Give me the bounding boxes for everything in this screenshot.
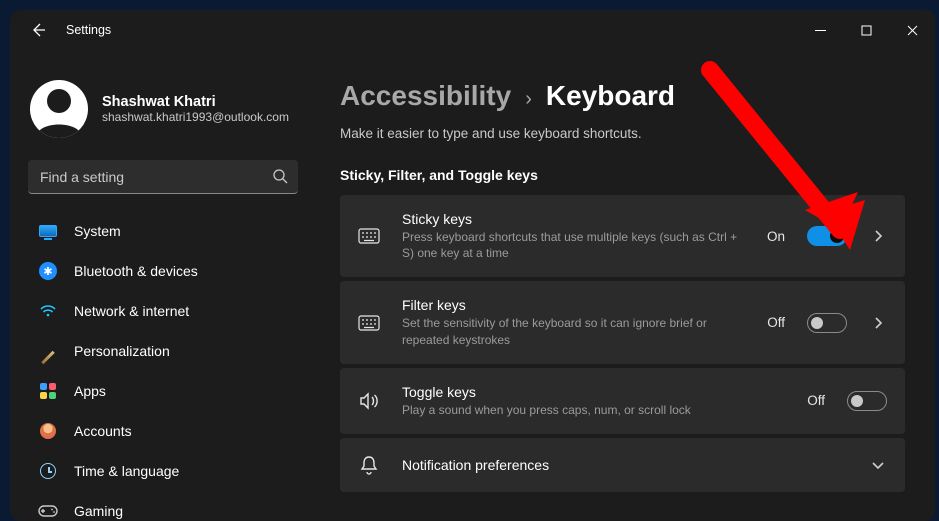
chevron-right-icon[interactable] <box>869 229 887 243</box>
sidebar: Shashwat Khatri shashwat.khatri1993@outl… <box>10 50 310 521</box>
user-name: Shashwat Khatri <box>102 94 289 110</box>
keyboard-icon <box>358 228 380 244</box>
window-controls <box>797 14 935 46</box>
sticky-keys-row[interactable]: Sticky keys Press keyboard shortcuts tha… <box>340 195 905 277</box>
search-icon <box>272 168 288 189</box>
keyboard-icon <box>358 315 380 331</box>
avatar <box>30 80 88 138</box>
user-email: shashwat.khatri1993@outlook.com <box>102 110 289 124</box>
user-block[interactable]: Shashwat Khatri shashwat.khatri1993@outl… <box>30 80 298 138</box>
setting-title: Toggle keys <box>402 384 785 400</box>
back-button[interactable] <box>24 16 52 44</box>
chevron-down-icon[interactable] <box>869 460 887 470</box>
clock-icon <box>38 461 58 481</box>
sidebar-item-bluetooth[interactable]: ✱ Bluetooth & devices <box>28 252 298 290</box>
toggle-state-label: On <box>767 229 785 244</box>
sidebar-item-personalization[interactable]: Personalization <box>28 332 298 370</box>
sidebar-item-label: System <box>74 223 121 239</box>
setting-desc: Press keyboard shortcuts that use multip… <box>402 229 745 261</box>
sidebar-item-time-language[interactable]: Time & language <box>28 452 298 490</box>
monitor-icon <box>38 221 58 241</box>
breadcrumb: Accessibility › Keyboard <box>340 80 905 112</box>
section-heading: Sticky, Filter, and Toggle keys <box>340 167 905 183</box>
toggle-keys-row[interactable]: Toggle keys Play a sound when you press … <box>340 368 905 434</box>
sidebar-item-accounts[interactable]: Accounts <box>28 412 298 450</box>
wifi-icon <box>38 301 58 321</box>
bluetooth-icon: ✱ <box>38 261 58 281</box>
person-icon <box>38 421 58 441</box>
sidebar-item-gaming[interactable]: Gaming <box>28 492 298 521</box>
sticky-keys-toggle[interactable] <box>807 226 847 246</box>
sidebar-item-system[interactable]: System <box>28 212 298 250</box>
sidebar-item-label: Gaming <box>74 503 123 519</box>
sidebar-item-label: Bluetooth & devices <box>74 263 198 279</box>
speaker-icon <box>358 392 380 410</box>
sidebar-item-label: Time & language <box>74 463 179 479</box>
chevron-right-icon: › <box>525 88 532 111</box>
sidebar-item-network[interactable]: Network & internet <box>28 292 298 330</box>
settings-window: Settings Shashwat Khatri shashwat.khatri… <box>10 10 935 521</box>
setting-desc: Play a sound when you press caps, num, o… <box>402 402 762 418</box>
gamepad-icon <box>38 501 58 521</box>
setting-desc: Set the sensitivity of the keyboard so i… <box>402 315 745 347</box>
setting-title: Notification preferences <box>402 457 847 473</box>
page-subtitle: Make it easier to type and use keyboard … <box>340 126 905 141</box>
titlebar: Settings <box>10 10 935 50</box>
bell-icon <box>358 455 380 475</box>
close-button[interactable] <box>889 14 935 46</box>
setting-title: Sticky keys <box>402 211 745 227</box>
apps-icon <box>38 381 58 401</box>
paintbrush-icon <box>38 341 58 361</box>
nav-list: System ✱ Bluetooth & devices Network & i… <box>28 212 298 521</box>
search-input[interactable] <box>28 160 298 194</box>
breadcrumb-current: Keyboard <box>546 80 675 112</box>
minimize-icon <box>815 25 826 36</box>
notification-preferences-row[interactable]: Notification preferences <box>340 438 905 492</box>
filter-keys-toggle[interactable] <box>807 313 847 333</box>
toggle-keys-toggle[interactable] <box>847 391 887 411</box>
sidebar-item-label: Accounts <box>74 423 132 439</box>
toggle-state-label: Off <box>767 315 785 330</box>
main-pane: Accessibility › Keyboard Make it easier … <box>310 50 935 521</box>
maximize-icon <box>861 25 872 36</box>
toggle-state-label: Off <box>807 393 825 408</box>
sidebar-item-label: Network & internet <box>74 303 189 319</box>
sidebar-item-apps[interactable]: Apps <box>28 372 298 410</box>
filter-keys-row[interactable]: Filter keys Set the sensitivity of the k… <box>340 281 905 363</box>
close-icon <box>907 25 918 36</box>
setting-title: Filter keys <box>402 297 745 313</box>
sidebar-item-label: Personalization <box>74 343 170 359</box>
breadcrumb-parent[interactable]: Accessibility <box>340 80 511 112</box>
settings-cards: Sticky keys Press keyboard shortcuts tha… <box>340 195 905 492</box>
minimize-button[interactable] <box>797 14 843 46</box>
arrow-left-icon <box>30 22 46 38</box>
search-box <box>28 160 298 194</box>
chevron-right-icon[interactable] <box>869 316 887 330</box>
app-title: Settings <box>66 23 111 37</box>
maximize-button[interactable] <box>843 14 889 46</box>
sidebar-item-label: Apps <box>74 383 106 399</box>
